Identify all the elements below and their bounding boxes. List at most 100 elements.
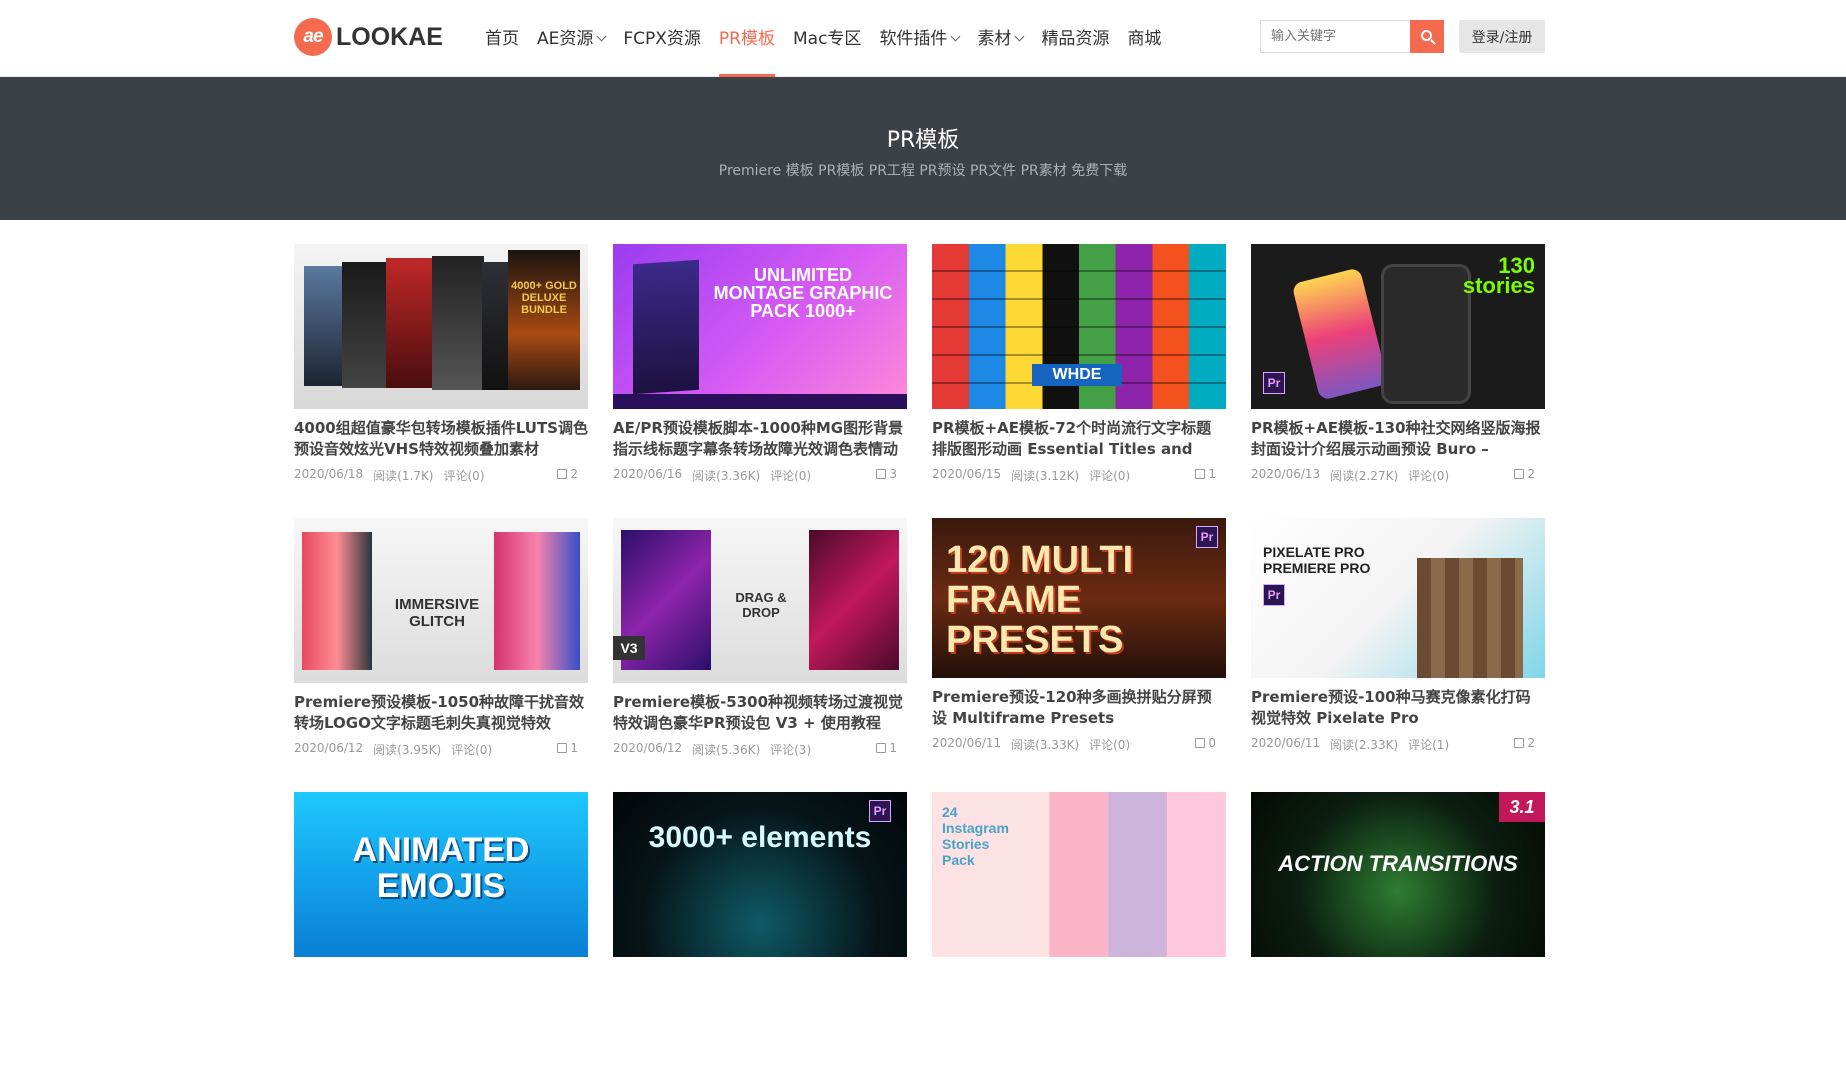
version-badge: 3.1 (1499, 792, 1545, 822)
thumb-caption: 130 stories (1462, 253, 1535, 298)
nav-item-ae[interactable]: AE资源 (528, 0, 614, 77)
post-thumbnail[interactable]: PIXELATE PRO PREMIERE PRO Pr (1251, 518, 1545, 678)
post-meta: 2020/06/12 阅读(5.36K) 评论(3) 1 (613, 741, 907, 758)
nav-item-premium[interactable]: 精品资源 (1032, 0, 1118, 77)
post-comments[interactable]: 评论(0) (1089, 467, 1130, 484)
like-button[interactable]: 2 (557, 467, 578, 481)
post-title[interactable]: Premiere预设-120种多画换拼贴分屏预设 Multiframe Pres… (932, 687, 1226, 729)
post-title[interactable]: AE/PR预设模板脚本-1000种MG图形背景指示线标题字幕条转场故障光效调色表… (613, 418, 907, 460)
nav-label: 首页 (485, 28, 519, 49)
nav-item-mac[interactable]: Mac专区 (784, 0, 870, 77)
nav-label: FCPX资源 (623, 28, 701, 49)
nav-label: 软件插件 (879, 28, 948, 49)
post-date: 2020/06/12 (613, 741, 683, 755)
nav-item-shop[interactable]: 商城 (1118, 0, 1170, 77)
post-grid: 4000+ GOLD DELUXE BUNDLE 4000组超值豪华包转场模板插… (294, 244, 1546, 1066)
box-art (386, 258, 434, 388)
nav-item-plugins[interactable]: 软件插件 (870, 0, 968, 77)
post-title[interactable]: 4000组超值豪华包转场模板插件LUTS调色预设音效炫光VHS特效视频叠加素材 (294, 418, 588, 460)
post-title[interactable]: PR模板+AE模板-130种社交网络竖版海报封面设计介绍展示动画预设 Buro … (1251, 418, 1545, 460)
main-nav: 首页 AE资源 FCPX资源 PR模板 Mac专区 软件插件 素材 精品资源 商… (476, 0, 1170, 77)
thumb-caption: UNLIMITED MONTAGE GRAPHIC PACK 1000+ (713, 265, 893, 321)
nav-item-assets[interactable]: 素材 (968, 0, 1032, 77)
post-comments[interactable]: 评论(0) (1408, 467, 1449, 484)
post-thumbnail[interactable]: DRAG & DROP V3 (613, 518, 907, 683)
post-card[interactable]: ACTION TRANSITIONS 3.1 (1251, 792, 1545, 1066)
thumb-footer-bar (613, 394, 907, 409)
search-button[interactable] (1410, 20, 1444, 53)
post-card[interactable]: 4000+ GOLD DELUXE BUNDLE 4000组超值豪华包转场模板插… (294, 244, 588, 518)
post-card[interactable]: 3000+ elements Pr (613, 792, 907, 1066)
pr-icon: Pr (1263, 584, 1285, 606)
chevron-down-icon (950, 31, 961, 42)
post-comments[interactable]: 评论(0) (444, 467, 485, 484)
post-title[interactable]: PR模板+AE模板-72个时尚流行文字标题排版图形动画 Essential Ti… (932, 418, 1226, 460)
post-card[interactable]: IMMERSIVE GLITCH Premiere预设模板-1050种故障干扰音… (294, 518, 588, 792)
nav-label: AE资源 (537, 28, 594, 49)
post-comments[interactable]: 评论(0) (451, 741, 492, 758)
post-date: 2020/06/16 (613, 467, 683, 481)
post-views: 阅读(3.12K) (1011, 469, 1080, 483)
post-comments[interactable]: 评论(1) (1408, 736, 1449, 753)
like-button[interactable]: 2 (1514, 736, 1535, 750)
like-button[interactable]: 3 (876, 467, 897, 481)
post-meta: 2020/06/13 阅读(2.27K) 评论(0) 2 (1251, 467, 1545, 484)
post-card[interactable]: WHDE PR模板+AE模板-72个时尚流行文字标题排版图形动画 Essenti… (932, 244, 1226, 518)
box-art (342, 262, 388, 388)
post-thumbnail[interactable]: 120 MULTI FRAME PRESETS Pr (932, 518, 1226, 678)
post-title[interactable]: Premiere预设-100种马赛克像素化打码视觉特效 Pixelate Pro (1251, 687, 1545, 729)
post-card[interactable]: ANIMATED EMOJIS (294, 792, 588, 1066)
box-art (432, 256, 484, 390)
post-card[interactable]: 24 Instagram Stories Pack (932, 792, 1226, 1066)
post-card[interactable]: UNLIMITED MONTAGE GRAPHIC PACK 1000+ AE/… (613, 244, 907, 518)
thumbs-up-icon (557, 469, 568, 479)
post-thumbnail[interactable]: 4000+ GOLD DELUXE BUNDLE (294, 244, 588, 409)
post-comments[interactable]: 评论(0) (770, 467, 811, 484)
post-card[interactable]: PIXELATE PRO PREMIERE PRO Pr Premiere预设-… (1251, 518, 1545, 792)
search-input[interactable] (1260, 20, 1410, 53)
post-thumbnail[interactable]: UNLIMITED MONTAGE GRAPHIC PACK 1000+ (613, 244, 907, 409)
post-meta: 2020/06/16 阅读(3.36K) 评论(0) 3 (613, 467, 907, 484)
nav-item-home[interactable]: 首页 (476, 0, 528, 77)
chevron-down-icon (596, 31, 607, 42)
thumb-caption: PIXELATE PRO PREMIERE PRO (1263, 544, 1371, 576)
post-meta: 2020/06/15 阅读(3.12K) 评论(0) 1 (932, 467, 1226, 484)
post-thumbnail[interactable]: 130 stories Pr (1251, 244, 1545, 409)
login-register-button[interactable]: 登录/注册 (1459, 20, 1545, 53)
post-date: 2020/06/18 (294, 467, 364, 481)
nav-item-pr[interactable]: PR模板 (710, 0, 784, 77)
post-thumbnail[interactable]: ACTION TRANSITIONS 3.1 (1251, 792, 1545, 957)
thumb-caption: WHDE (1032, 364, 1122, 386)
thumbs-up-icon (1195, 738, 1206, 748)
box-art (304, 266, 344, 386)
post-thumbnail[interactable]: IMMERSIVE GLITCH (294, 518, 588, 683)
post-title[interactable]: Premiere预设模板-1050种故障干扰音效转场LOGO文字标题毛刺失真视觉… (294, 692, 588, 734)
box-art (633, 259, 699, 395)
like-count: 1 (1208, 467, 1216, 481)
post-thumbnail[interactable]: WHDE (932, 244, 1226, 409)
thumbs-up-icon (557, 743, 568, 753)
thumb-caption: ANIMATED EMOJIS (352, 831, 530, 905)
like-button[interactable]: 1 (1195, 467, 1216, 481)
post-meta: 2020/06/12 阅读(3.95K) 评论(0) 1 (294, 741, 588, 758)
like-button[interactable]: 0 (1195, 736, 1216, 750)
post-card[interactable]: DRAG & DROP V3 Premiere模板-5300种视频转场过渡视觉特… (613, 518, 907, 792)
post-comments[interactable]: 评论(3) (770, 741, 811, 758)
post-thumbnail[interactable]: 3000+ elements Pr (613, 792, 907, 957)
site-logo[interactable]: ae LOOKAE (294, 18, 443, 56)
post-thumbnail[interactable]: ANIMATED EMOJIS (294, 792, 588, 957)
like-button[interactable]: 1 (557, 741, 578, 755)
post-card[interactable]: 130 stories Pr PR模板+AE模板-130种社交网络竖版海报封面设… (1251, 244, 1545, 518)
post-comments[interactable]: 评论(0) (1089, 736, 1130, 753)
thumbs-up-icon (1195, 469, 1206, 479)
like-button[interactable]: 2 (1514, 467, 1535, 481)
post-date: 2020/06/15 (932, 467, 1002, 481)
post-thumbnail[interactable]: 24 Instagram Stories Pack (932, 792, 1226, 957)
nav-label: PR模板 (718, 28, 775, 49)
thumbs-up-icon (1514, 738, 1525, 748)
post-title[interactable]: Premiere模板-5300种视频转场过渡视觉特效调色豪华PR预设包 V3 +… (613, 692, 907, 734)
post-card[interactable]: 120 MULTI FRAME PRESETS Pr Premiere预设-12… (932, 518, 1226, 792)
post-meta: 2020/06/18 阅读(1.7K) 评论(0) 2 (294, 467, 588, 484)
nav-item-fcpx[interactable]: FCPX资源 (614, 0, 710, 77)
like-button[interactable]: 1 (876, 741, 897, 755)
